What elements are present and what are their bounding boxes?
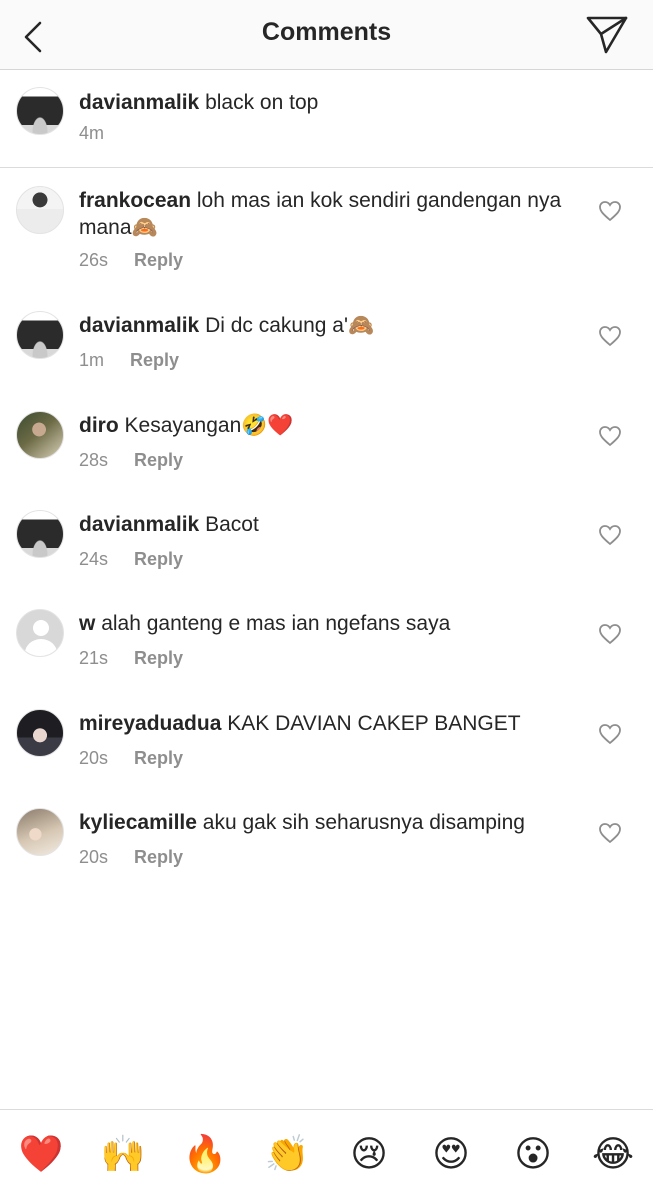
comment-body: alah ganteng e mas ian ngefans saya bbox=[101, 612, 451, 635]
heart-icon[interactable] bbox=[598, 200, 622, 222]
comment-text: frankocean loh mas ian kok sendiri gande… bbox=[79, 187, 569, 241]
post-caption: davianmalik black on top 4m bbox=[0, 70, 653, 168]
comment-text: mireyaduadua KAK DAVIAN CAKEP BANGET bbox=[79, 710, 569, 737]
reply-button[interactable]: Reply bbox=[134, 549, 183, 569]
avatar[interactable] bbox=[16, 808, 64, 856]
comment-username[interactable]: frankocean bbox=[79, 189, 191, 212]
comment-username[interactable]: kyliecamille bbox=[79, 811, 197, 834]
caption-text: davianmalik black on top bbox=[79, 89, 569, 116]
comment-time: 1m bbox=[79, 350, 105, 370]
comment-body: KAK DAVIAN CAKEP BANGET bbox=[227, 712, 521, 735]
reaction-heart-eyes[interactable]: 😍 bbox=[428, 1132, 474, 1178]
page-title: Comments bbox=[261, 18, 392, 46]
comment-text: kyliecamille aku gak sih seharusnya disa… bbox=[79, 809, 569, 836]
reply-button[interactable]: Reply bbox=[134, 648, 183, 668]
comment-time: 21s bbox=[79, 648, 109, 668]
heart-icon[interactable] bbox=[598, 822, 622, 844]
comment-meta: 21s Reply bbox=[79, 648, 183, 669]
comment-body: Bacot bbox=[205, 513, 259, 536]
comment-username[interactable]: mireyaduadua bbox=[79, 712, 221, 735]
comment-body: Kesayangan🤣❤️ bbox=[124, 414, 294, 437]
reaction-raising-hands[interactable]: 🙌 bbox=[100, 1132, 146, 1178]
heart-icon[interactable] bbox=[598, 425, 622, 447]
quick-reactions-bar: ❤️ 🙌 🔥 👏 😢 😍 😮 😂 bbox=[0, 1109, 653, 1200]
avatar[interactable] bbox=[16, 510, 64, 558]
avatar[interactable] bbox=[16, 411, 64, 459]
comment-username[interactable]: w bbox=[79, 612, 95, 635]
paper-plane-icon[interactable] bbox=[584, 14, 630, 56]
heart-icon[interactable] bbox=[598, 623, 622, 645]
comment-username[interactable]: davianmalik bbox=[79, 314, 199, 337]
caption-time: 4m bbox=[79, 123, 105, 143]
comment-body: Di dc cakung a'🙈 bbox=[205, 314, 375, 337]
reaction-heart[interactable]: ❤️ bbox=[18, 1132, 64, 1178]
comment-time: 24s bbox=[79, 549, 109, 569]
reaction-laughing[interactable]: 😂 bbox=[590, 1132, 636, 1178]
comment-time: 28s bbox=[79, 450, 109, 470]
reaction-fire[interactable]: 🔥 bbox=[182, 1132, 228, 1178]
comment-meta: 24s Reply bbox=[79, 549, 183, 570]
heart-icon[interactable] bbox=[598, 723, 622, 745]
reaction-clapping[interactable]: 👏 bbox=[264, 1132, 310, 1178]
comment-text: davianmalik Bacot bbox=[79, 511, 569, 538]
comment-text: davianmalik Di dc cakung a'🙈 bbox=[79, 312, 569, 339]
comment-time: 20s bbox=[79, 847, 109, 867]
heart-icon[interactable] bbox=[598, 524, 622, 546]
reply-button[interactable]: Reply bbox=[130, 350, 179, 370]
comment-meta: 28s Reply bbox=[79, 450, 183, 471]
comment-meta: 20s Reply bbox=[79, 748, 183, 769]
heart-icon[interactable] bbox=[598, 325, 622, 347]
comment-username[interactable]: davianmalik bbox=[79, 513, 199, 536]
comment-text: w alah ganteng e mas ian ngefans saya bbox=[79, 610, 569, 637]
avatar[interactable] bbox=[16, 87, 64, 135]
reply-button[interactable]: Reply bbox=[134, 748, 183, 768]
comment-username[interactable]: diro bbox=[79, 414, 119, 437]
avatar[interactable] bbox=[16, 709, 64, 757]
avatar[interactable] bbox=[16, 311, 64, 359]
header-bar: Comments bbox=[0, 0, 653, 70]
comment-time: 20s bbox=[79, 748, 109, 768]
reply-button[interactable]: Reply bbox=[134, 450, 183, 470]
avatar[interactable] bbox=[16, 186, 64, 234]
caption-username[interactable]: davianmalik bbox=[79, 91, 199, 114]
comment-meta: 20s Reply bbox=[79, 847, 183, 868]
comment-time: 26s bbox=[79, 250, 109, 270]
comment-meta: 26s Reply bbox=[79, 250, 183, 271]
reaction-crying[interactable]: 😢 bbox=[346, 1132, 392, 1178]
reaction-surprised[interactable]: 😮 bbox=[510, 1132, 556, 1178]
comment-text: diro Kesayangan🤣❤️ bbox=[79, 412, 569, 439]
avatar[interactable] bbox=[16, 609, 64, 657]
caption-meta: 4m bbox=[79, 123, 104, 144]
reply-button[interactable]: Reply bbox=[134, 847, 183, 867]
comment-body: aku gak sih seharusnya disamping bbox=[202, 811, 525, 834]
caption-body: black on top bbox=[205, 91, 319, 114]
comment-meta: 1m Reply bbox=[79, 350, 179, 371]
reply-button[interactable]: Reply bbox=[134, 250, 183, 270]
